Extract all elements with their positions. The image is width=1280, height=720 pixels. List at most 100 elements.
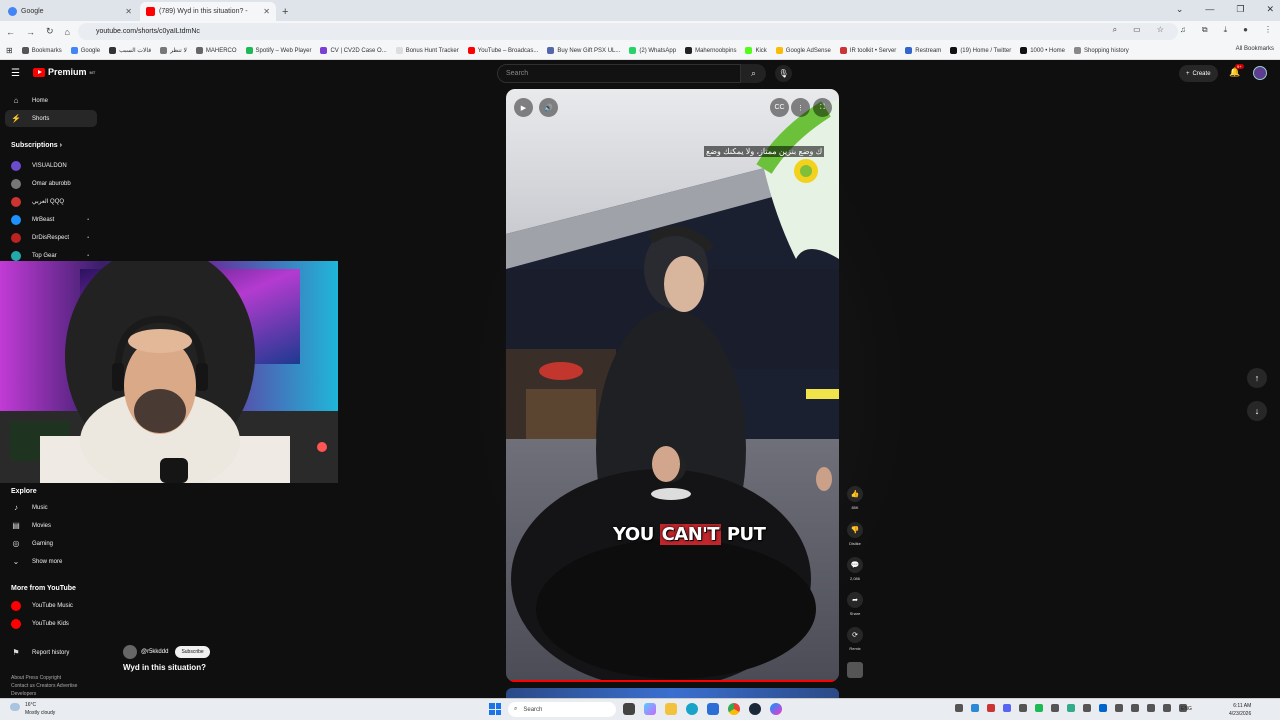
tray-app-icon[interactable] (1099, 704, 1107, 712)
bookmark-item[interactable]: MAHERCO (195, 47, 237, 54)
sound-thumbnail[interactable] (845, 662, 865, 678)
tray-app-icon[interactable] (1003, 704, 1011, 712)
bookmark-item[interactable]: Shopping history (1074, 47, 1129, 54)
minimize-icon[interactable]: — (1205, 4, 1214, 15)
bookmark-item[interactable]: CV | CV2D Case O... (320, 47, 387, 54)
sidebar-item-home[interactable]: ⌂ Home (5, 92, 97, 109)
remix-action[interactable]: ⟳ Remix (845, 627, 865, 651)
steam-icon[interactable] (749, 703, 761, 715)
audio-thumbnail-icon[interactable] (847, 662, 863, 678)
bookmark-item[interactable]: Kick (745, 47, 767, 54)
edge-icon[interactable] (686, 703, 698, 715)
close-tab-icon[interactable]: ✕ (263, 7, 270, 16)
messenger-icon[interactable] (770, 703, 782, 715)
tab-search-icon[interactable]: ⌄ (1176, 4, 1184, 15)
cast-icon[interactable]: ▭ (1133, 25, 1141, 35)
sidebar-footer-links[interactable]: Developers (11, 690, 101, 698)
short-title[interactable]: Wyd in this situation? (123, 663, 206, 672)
youtube-premium-logo[interactable]: Premium MT (33, 67, 95, 77)
tray-app-icon[interactable] (1131, 704, 1139, 712)
sidebar-item-gaming[interactable]: ◎ Gaming (5, 535, 97, 552)
bookmark-item[interactable]: Restream (905, 47, 941, 54)
store-icon[interactable] (707, 703, 719, 715)
extensions-icon[interactable]: ⧉ (1202, 25, 1208, 35)
windows-start-icon[interactable] (489, 703, 501, 715)
video-progress-bar[interactable] (506, 680, 839, 682)
tray-app-icon[interactable] (1147, 704, 1155, 712)
subscriptions-header[interactable]: Subscriptions › (11, 142, 62, 149)
download-icon[interactable]: ⤓ (1224, 25, 1228, 35)
url-field[interactable]: youtube.com/shorts/c0yaILtdmNc (78, 23, 1178, 40)
thumbs-up-icon[interactable]: 👍 (847, 486, 863, 502)
voice-search-button[interactable]: 🎙 (775, 65, 792, 82)
star-icon[interactable]: ☆ (1157, 25, 1164, 35)
search-button[interactable]: ⌕ (741, 64, 766, 83)
share-icon[interactable]: ➦ (847, 592, 863, 608)
zoom-icon[interactable]: ⌕ (1113, 25, 1117, 35)
sidebar-item-youtube-music[interactable]: YouTube Music (5, 597, 97, 614)
tray-app-icon[interactable] (1083, 704, 1091, 712)
tray-app-icon[interactable] (1035, 704, 1043, 712)
bookmark-item[interactable]: Bonus Hunt Tracker (395, 47, 459, 54)
channel-handle[interactable]: @r5kkddd (141, 649, 168, 655)
file-explorer-icon[interactable] (665, 703, 677, 715)
bookmark-item[interactable]: Spotify – Web Player (245, 47, 311, 54)
bookmark-item[interactable]: قالات السبب (109, 47, 151, 54)
thumbs-down-icon[interactable]: 👎 (847, 522, 863, 538)
sidebar-subscription[interactable]: MrBeast • (5, 211, 97, 228)
dislike-action[interactable]: 👎 Dislike (845, 522, 865, 546)
share-action[interactable]: ➦ Share (845, 592, 865, 616)
like-action[interactable]: 👍 85K (845, 486, 865, 510)
sidebar-subscription[interactable]: VISUALDON (5, 157, 97, 174)
tray-app-icon[interactable] (1163, 704, 1171, 712)
new-tab-button[interactable]: + (276, 6, 294, 21)
fullscreen-button[interactable]: ⛶ (813, 98, 832, 117)
bookmark-item[interactable]: (2) WhatsApp (629, 47, 676, 54)
create-button[interactable]: + Create (1179, 65, 1218, 82)
account-avatar[interactable] (1253, 66, 1267, 80)
bookmark-item[interactable]: Google (70, 47, 100, 54)
profile-avatar-icon[interactable]: ● (1243, 25, 1248, 35)
bookmark-item[interactable]: IR toolkit • Server (839, 47, 896, 54)
more-options-button[interactable]: ⋮ (791, 98, 810, 117)
search-input[interactable]: Search (497, 64, 741, 83)
task-view-icon[interactable] (623, 703, 635, 715)
bookmark-item[interactable]: Buy New Gift PSX UL... (547, 47, 620, 54)
reload-icon[interactable]: ↻ (46, 26, 54, 37)
play-button[interactable]: ▶ (514, 98, 533, 117)
menu-kebab-icon[interactable]: ⋮ (1264, 25, 1272, 35)
sidebar-footer-links[interactable]: Contact us Creators Advertise (11, 682, 101, 690)
apps-grid-icon[interactable]: ⊞ (6, 46, 13, 55)
bookmark-item[interactable]: (19) Home / Twitter (950, 47, 1011, 54)
home-icon[interactable]: ⌂ (65, 27, 70, 37)
comments-action[interactable]: 💬 2,086 (845, 557, 865, 581)
close-tab-icon[interactable]: ✕ (125, 7, 132, 16)
previous-short-button[interactable]: ↑ (1247, 368, 1267, 388)
back-icon[interactable]: ← (6, 27, 15, 37)
sidebar-item-shorts[interactable]: ⚡ Shorts (5, 110, 97, 127)
tray-app-icon[interactable] (1115, 704, 1123, 712)
sidebar-subscription[interactable]: Omar aburobb (5, 175, 97, 192)
bookmark-item[interactable]: لا تنظر (160, 47, 187, 54)
taskbar-clock[interactable]: 6:11 AM 4/23/2026 (1229, 702, 1251, 718)
sidebar-subscription[interactable]: DrDisRespect • (5, 229, 97, 246)
next-short-button[interactable]: ↓ (1247, 401, 1267, 421)
weather-widget[interactable]: 16°C Mostly cloudy (10, 701, 55, 717)
captions-button[interactable]: CC (770, 98, 789, 117)
volume-button[interactable]: 🔊 (539, 98, 558, 117)
tray-app-icon[interactable] (1019, 704, 1027, 712)
forward-icon[interactable]: → (26, 27, 35, 37)
sidebar-item-show-more[interactable]: ⌄ Show more (5, 553, 97, 570)
tab-youtube[interactable]: (789) Wyd in this situation? - ✕ (140, 2, 276, 21)
sidebar-item-youtube-kids[interactable]: YouTube Kids (5, 615, 97, 632)
bookmark-item[interactable]: Bookmarks (21, 47, 62, 54)
tray-app-icon[interactable] (955, 704, 963, 712)
sidebar-subscription[interactable]: العربي QQQ (5, 193, 97, 210)
sidebar-item-movies[interactable]: ▤ Movies (5, 517, 97, 534)
media-icon[interactable]: ♫ (1180, 25, 1186, 35)
close-window-icon[interactable]: ✕ (1266, 4, 1274, 15)
tray-app-icon[interactable] (971, 704, 979, 712)
shorts-player[interactable]: ▶ 🔊 CC ⋮ ⛶ ك وضع بنزين ممتاز، ولا يمكنك … (506, 89, 839, 682)
bookmark-item[interactable]: YouTube – Broadcas... (467, 47, 538, 54)
comment-icon[interactable]: 💬 (847, 557, 863, 573)
